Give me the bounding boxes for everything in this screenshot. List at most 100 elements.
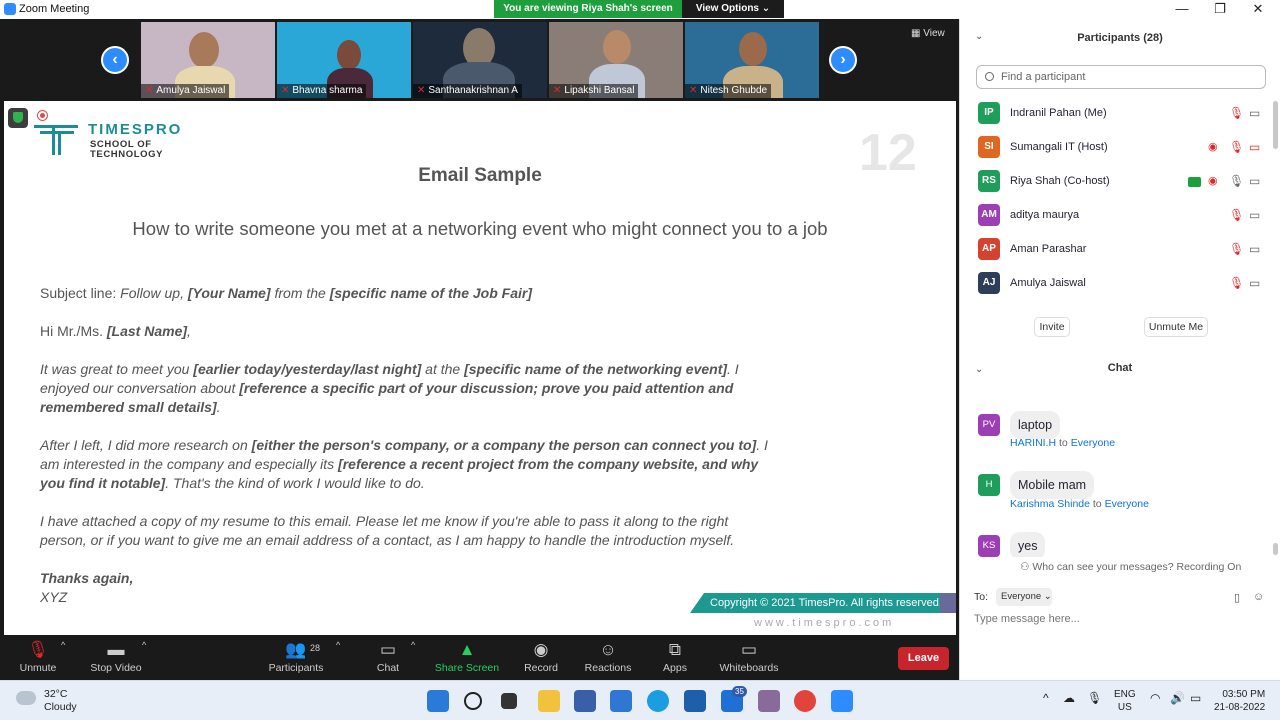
participants-scrollbar[interactable] <box>1273 101 1278 149</box>
leave-button[interactable]: Leave <box>898 647 949 670</box>
avatar: KS <box>978 535 1000 557</box>
video-tile-nitesh-ghubde[interactable]: ✕ Nitesh Ghubde <box>685 22 819 98</box>
muted-mic-icon: 🎙 <box>1229 208 1245 222</box>
participant-row[interactable]: AJ Amulya Jaiswal 🎙 ▭ <box>960 267 1272 301</box>
emoji-icon[interactable]: ☺ <box>1253 591 1264 603</box>
next-page-arrow-icon[interactable]: › <box>829 46 857 74</box>
participants-panel-title: Participants (28) <box>1077 32 1163 44</box>
participant-row[interactable]: SI Sumangali IT (Host) ◉ 🎙 ▭ <box>960 131 1272 165</box>
who-can-see-messages-link[interactable]: ⚇ Who can see your messages? Recording O… <box>1020 561 1241 573</box>
apps-button[interactable]: ⧉ Apps <box>660 637 690 680</box>
record-button[interactable]: ◉ Record <box>520 637 562 680</box>
recording-icon: ◉ <box>1208 175 1218 187</box>
message-text: laptop <box>1010 411 1061 439</box>
participant-face <box>337 40 361 70</box>
video-camera-icon: ▭ <box>1249 174 1261 188</box>
cloud-icon[interactable] <box>16 691 36 705</box>
recipient-select[interactable]: Everyone ⌄ <box>996 588 1052 606</box>
participants-count: 28 <box>310 643 321 653</box>
store-icon[interactable] <box>574 690 596 712</box>
chat-scrollbar[interactable] <box>1273 543 1278 555</box>
chrome-browser-icon[interactable] <box>794 690 816 712</box>
avatar: AM <box>978 204 1000 226</box>
close-button[interactable]: ✕ <box>1238 0 1278 19</box>
chevron-up-icon[interactable]: ^ <box>1043 692 1049 705</box>
audio-options-caret[interactable]: ^ <box>61 640 65 650</box>
message-text: Mobile mam <box>1010 471 1095 499</box>
tile-name-label: ✕ Nitesh Ghubde <box>685 84 772 98</box>
language-indicator[interactable]: ENG US <box>1114 688 1136 714</box>
file-explorer-icon[interactable] <box>538 690 560 712</box>
wifi-icon[interactable]: ◠ <box>1150 692 1160 705</box>
video-tile-amulya-jaiswal[interactable]: ✕ Amulya Jaiswal <box>141 22 275 98</box>
side-panel: ⌄ Participants (28) Find a participant I… <box>959 19 1280 680</box>
windows-taskbar: 32°C Cloudy 35 ^ ☁ 🎙 ENG US ◠ 🔊 ▭ 03:50 PM… <box>0 680 1280 720</box>
minimize-button[interactable]: — <box>1162 0 1202 19</box>
battery-icon[interactable]: ▭ <box>1190 692 1201 705</box>
chat-options-caret[interactable]: ^ <box>411 640 415 650</box>
speaker-icon[interactable]: 🔊 <box>1170 692 1185 705</box>
stop-video-button[interactable]: ▬ Stop Video <box>86 637 146 680</box>
chat-button[interactable]: ▭ Chat <box>368 637 408 680</box>
video-camera-icon: ▭ <box>1249 276 1261 290</box>
participant-name: aditya maurya <box>1010 209 1080 221</box>
video-tile-bhavna-sharma[interactable]: ✕ Bhavna sharma <box>277 22 411 98</box>
share-screen-button[interactable]: ▲ Share Screen <box>434 637 500 680</box>
participant-face <box>603 30 631 64</box>
record-icon: ◉ <box>533 640 549 659</box>
unmute-button[interactable]: 🎙 Unmute <box>14 637 62 680</box>
participant-name: Amulya Jaiswal <box>1010 277 1086 289</box>
video-tile-santhanakrishnan-a[interactable]: ✕ Santhanakrishnan A <box>413 22 547 98</box>
slide-title: Email Sample <box>418 165 542 186</box>
encryption-shield-icon[interactable] <box>8 108 28 128</box>
onedrive-cloud-icon[interactable]: ☁ <box>1063 692 1075 705</box>
participant-search-input[interactable]: Find a participant <box>976 65 1266 89</box>
participant-row[interactable]: IP Indranil Pahan (Me) 🎙 ▭ <box>960 97 1272 131</box>
search-icon[interactable] <box>464 692 482 710</box>
tile-name-label: ✕ Bhavna sharma <box>277 84 367 98</box>
message-sender: HARINI.H to Everyone <box>1010 437 1116 449</box>
participant-row[interactable]: RS Riya Shah (Co-host) ◉ 🎙 ▭ <box>960 165 1272 199</box>
website-url: www.timespro.com <box>754 617 895 629</box>
microphone-icon[interactable]: 🎙 <box>1087 692 1102 705</box>
view-options-button[interactable]: View Options ⌄ <box>682 0 784 18</box>
participant-row[interactable]: AM aditya maurya 🎙 ▭ <box>960 199 1272 233</box>
previous-page-arrow-icon[interactable]: ‹ <box>101 46 129 74</box>
whiteboard-icon: ▭ <box>740 640 758 659</box>
unmute-me-button[interactable]: Unmute Me <box>1144 317 1208 337</box>
settings-icon[interactable] <box>758 690 780 712</box>
video-tile-lipakshi-bansal[interactable]: ✕ Lipakshi Bansal <box>549 22 683 98</box>
task-view-icon[interactable] <box>501 693 517 709</box>
video-options-caret[interactable]: ^ <box>142 640 146 650</box>
zoom-taskbar-icon[interactable] <box>831 690 853 712</box>
restore-button[interactable]: ❐ <box>1200 0 1240 19</box>
edge-browser-icon[interactable] <box>647 690 669 712</box>
weather-widget[interactable]: 32°C Cloudy <box>44 688 77 714</box>
tile-name-label: ✕ Amulya Jaiswal <box>141 84 230 98</box>
invite-button[interactable]: Invite <box>1034 317 1070 337</box>
l-app-icon[interactable] <box>610 690 632 712</box>
reactions-button[interactable]: ☺ Reactions <box>582 637 634 680</box>
avatar: AJ <box>978 272 1000 294</box>
participants-options-caret[interactable]: ^ <box>336 640 340 650</box>
screen-share-banner: You are viewing Riya Shah's screen View … <box>494 0 784 18</box>
muted-mic-icon: 🎙 <box>1229 140 1245 154</box>
participant-row[interactable]: AP Aman Parashar 🎙 ▭ <box>960 233 1272 267</box>
muted-mic-icon: ✕ <box>281 85 290 96</box>
chat-messages: PV laptop HARINI.H to Everyone H Mobile … <box>960 381 1272 557</box>
whiteboards-button[interactable]: ▭ Whiteboards <box>716 637 782 680</box>
app-icon[interactable] <box>684 690 706 712</box>
system-clock[interactable]: 03:50 PM 21-08-2022 <box>1214 688 1265 714</box>
chat-message-input[interactable]: Type message here... <box>974 613 1080 625</box>
avatar: SI <box>978 136 1000 158</box>
to-label: To: <box>974 591 989 603</box>
file-icon[interactable]: ▯ <box>1234 591 1240 604</box>
windows-start-icon[interactable] <box>427 690 449 712</box>
apps-icon: ⧉ <box>668 640 682 659</box>
video-strip: ‹ ✕ Amulya Jaiswal ✕ Bhavna sharma ✕ Santha… <box>0 19 959 99</box>
muted-mic-icon: 🎙 <box>1229 242 1245 256</box>
tile-name-label: ✕ Santhanakrishnan A <box>413 84 522 98</box>
logo-accent-dot <box>38 111 47 120</box>
view-layout-button[interactable]: ▦ View <box>911 28 945 39</box>
search-icon <box>985 72 994 81</box>
